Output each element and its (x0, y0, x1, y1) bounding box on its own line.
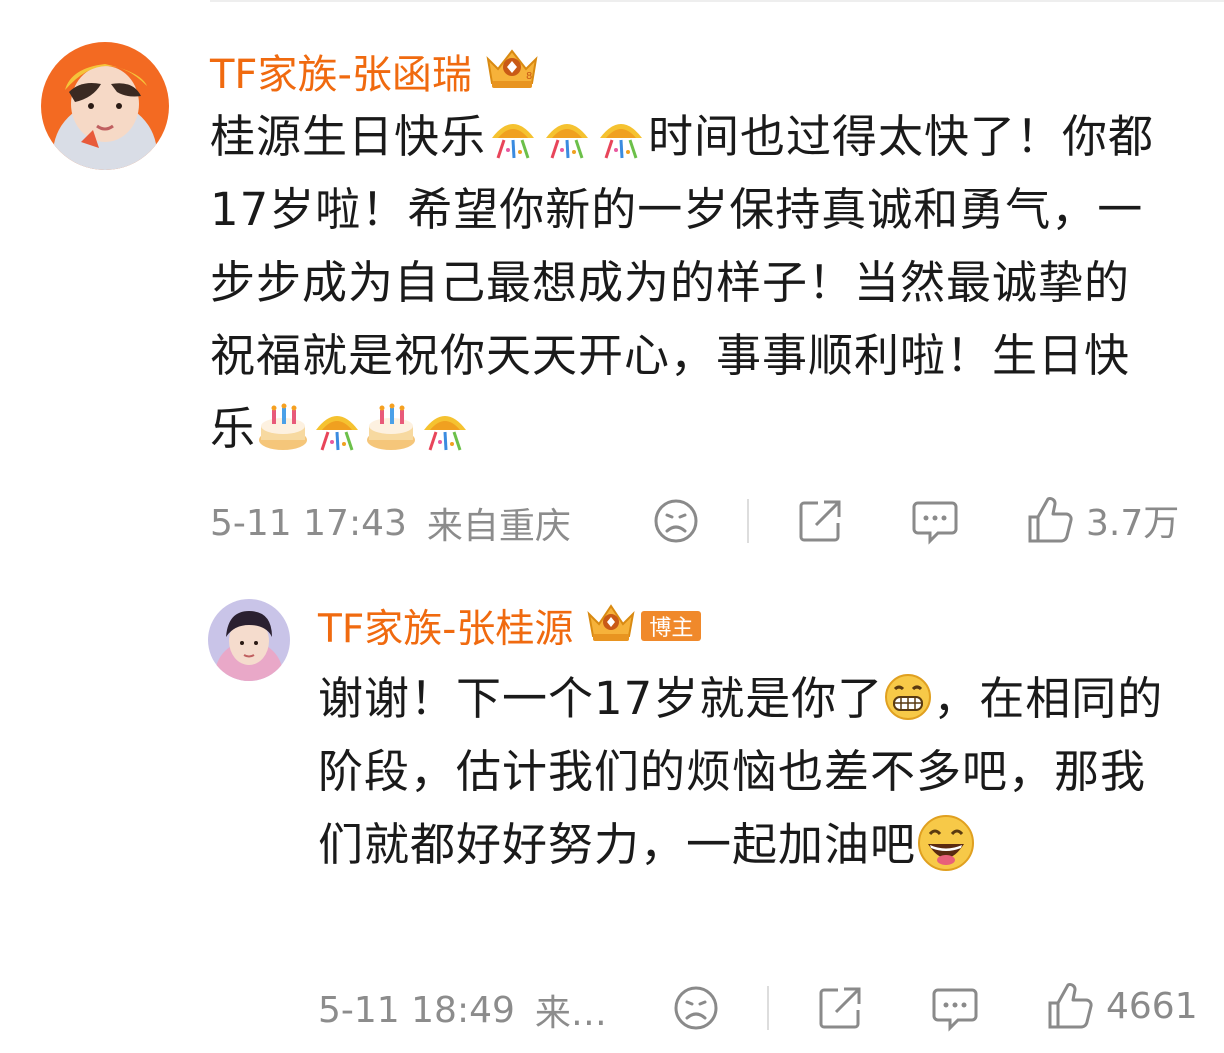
dislike-button[interactable] (652, 497, 700, 545)
thumbs-up-icon (1048, 983, 1093, 1029)
timestamp: 5-11 18:49 (318, 989, 515, 1031)
dislike-button[interactable] (672, 984, 720, 1032)
timestamp: 5-11 17:43 (210, 502, 407, 544)
location: 来… (534, 993, 607, 1034)
comment-text-part: 谢谢！下一个17岁就是你了 (318, 672, 884, 725)
location: 来自重庆 (426, 506, 571, 547)
comment-text: 谢谢！下一个17岁就是你了 ，在相同的阶段，估计我们的烦恼也差不多吧，那我们就都好… (318, 662, 1178, 881)
crown-badge-icon[interactable]: 8 (482, 45, 542, 97)
like-count: 4661 (1106, 985, 1198, 1027)
party-popper-emoji-icon (310, 402, 364, 452)
comment-bubble-icon (932, 988, 978, 1032)
divider (210, 0, 1224, 2)
divider (747, 499, 749, 543)
thumbs-up-icon (1028, 497, 1073, 543)
share-icon (799, 500, 841, 542)
svg-text:8: 8 (526, 71, 532, 82)
comment-text-part: 桂源生日快乐 (210, 110, 487, 163)
username[interactable]: TF家族-张桂源 (318, 598, 573, 654)
laughing-face-emoji-icon (916, 814, 976, 872)
comment-thread: TF家族-张函瑞 8 桂源生日快乐 时间也过得太快了！你都17岁啦！希望你新的一岁… (0, 0, 1224, 1053)
divider (767, 986, 769, 1030)
reply-button[interactable] (910, 497, 960, 545)
avatar[interactable] (208, 599, 290, 681)
like-count: 3.7万 (1086, 503, 1180, 544)
comment-bubble-icon (912, 501, 958, 545)
party-popper-emoji-icon (486, 110, 540, 160)
blogger-badge: 博主 (641, 611, 702, 641)
sad-face-icon (654, 499, 698, 543)
party-popper-emoji-icon (594, 110, 648, 160)
crown-badge-icon[interactable] (585, 602, 637, 650)
birthday-cake-emoji-icon (364, 402, 418, 452)
sad-face-icon (674, 986, 718, 1030)
comment-author-row: TF家族-张桂源 博主 (318, 598, 702, 654)
reply-button[interactable] (930, 984, 980, 1032)
avatar[interactable] (41, 42, 169, 170)
like-button[interactable]: 4661 (1046, 981, 1198, 1031)
comment-meta: 5-11 18:49 来… (318, 985, 607, 1035)
share-button[interactable] (796, 497, 844, 545)
share-button[interactable] (816, 984, 864, 1032)
party-popper-emoji-icon (540, 110, 594, 160)
comment-text: 桂源生日快乐 时间也过得太快了！你都17岁啦！希望你新的一岁保持真诚和勇气，一步步… (210, 100, 1170, 465)
username[interactable]: TF家族-张函瑞 (210, 42, 472, 100)
like-button[interactable]: 3.7万 (1026, 494, 1179, 546)
party-popper-emoji-icon (418, 402, 472, 452)
comment-meta: 5-11 17:43 来自重庆 (210, 498, 571, 548)
grinning-teeth-emoji-icon (883, 672, 933, 722)
comment-author-row: TF家族-张函瑞 8 (210, 44, 542, 98)
birthday-cake-emoji-icon (256, 402, 310, 452)
share-icon (819, 987, 861, 1029)
